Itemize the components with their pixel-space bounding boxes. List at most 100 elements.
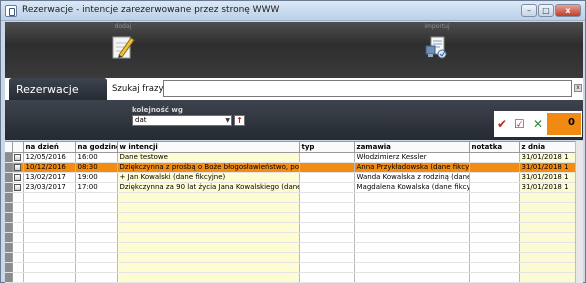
table-row[interactable]: 10/12/2016 08:30 Dziękczynna z prośbą o Bo… — [5, 162, 575, 173]
empty-cell — [299, 212, 355, 223]
empty-cell — [519, 192, 575, 203]
checkbox-icon[interactable] — [14, 163, 21, 171]
header-checkbox — [12, 142, 24, 153]
minimize-button[interactable]: – — [521, 4, 537, 17]
empty-cell — [469, 222, 520, 233]
empty-cell — [469, 262, 520, 273]
empty-cell — [299, 252, 355, 263]
empty-cell — [299, 232, 355, 243]
import-button[interactable]: importuj — [407, 22, 467, 78]
cell-created: 31/01/2018 1 — [519, 172, 575, 183]
cross-icon[interactable]: ✕ — [533, 117, 543, 131]
add-button-label: dodaj — [114, 23, 132, 30]
empty-cell — [75, 202, 118, 213]
empty-cell — [23, 272, 76, 283]
empty-row — [5, 232, 575, 243]
empty-cell — [299, 192, 355, 203]
row-indicator — [5, 262, 13, 273]
header-note[interactable]: notatka — [469, 142, 520, 153]
header-created[interactable]: z dnia — [519, 142, 575, 153]
header-intent[interactable]: w intencji — [117, 142, 300, 153]
cell-created: 31/01/2018 1 — [519, 162, 575, 173]
empty-cell — [299, 222, 355, 233]
checkbox-icon[interactable] — [14, 173, 21, 181]
vertical-scrollbar[interactable] — [575, 141, 583, 283]
empty-cell — [75, 272, 118, 283]
tab-rezerwacje[interactable]: Rezerwacje — [9, 78, 107, 100]
row-indicator — [5, 172, 13, 183]
empty-row — [5, 222, 575, 233]
sort-select[interactable]: dat — [132, 115, 232, 126]
empty-cell — [12, 252, 24, 263]
empty-cell — [519, 222, 575, 233]
empty-cell — [117, 262, 300, 273]
table-row[interactable]: 12/05/2016 16:00 Dane testowe Włodzimierz K… — [5, 152, 575, 163]
check-list-icon[interactable]: ☑ — [514, 117, 525, 131]
search-input[interactable] — [163, 80, 572, 97]
empty-cell — [75, 242, 118, 253]
empty-cell — [75, 222, 118, 233]
title-bar[interactable]: Rezerwacje - intencje zarezerwowane prze… — [1, 1, 585, 21]
row-indicator — [5, 192, 13, 203]
empty-cell — [354, 232, 470, 243]
cell-type — [299, 152, 355, 163]
empty-cell — [469, 192, 520, 203]
empty-cell — [23, 222, 76, 233]
add-button[interactable]: dodaj — [93, 22, 153, 78]
row-indicator — [5, 222, 13, 233]
row-indicator — [5, 242, 13, 253]
empty-cell — [23, 202, 76, 213]
empty-cell — [12, 212, 24, 223]
cell-note — [469, 182, 520, 193]
empty-cell — [23, 262, 76, 273]
checkbox-icon[interactable] — [14, 183, 21, 191]
empty-cell — [117, 252, 300, 263]
empty-cell — [75, 262, 118, 273]
row-checkbox[interactable] — [12, 162, 24, 173]
row-indicator — [5, 202, 13, 213]
cell-intent: Dane testowe — [117, 152, 300, 163]
table-row[interactable]: 23/03/2017 17:00 Dziękczynna za 90 lat życ… — [5, 182, 575, 193]
empty-cell — [519, 252, 575, 263]
arrow-up-icon[interactable]: ↑ — [234, 115, 245, 126]
cell-date: 23/03/2017 — [23, 182, 76, 193]
empty-cell — [12, 232, 24, 243]
checkbox-icon[interactable] — [14, 153, 21, 161]
row-checkbox[interactable] — [12, 182, 24, 193]
empty-cell — [23, 242, 76, 253]
empty-cell — [354, 272, 470, 283]
cell-time: 08:30 — [75, 162, 118, 173]
empty-cell — [75, 192, 118, 203]
row-indicator — [5, 252, 13, 263]
close-button[interactable]: x — [555, 4, 581, 17]
empty-cell — [519, 212, 575, 223]
row-checkbox[interactable] — [12, 172, 24, 183]
header-time[interactable]: na godzinę — [75, 142, 118, 153]
checkmark-icon[interactable]: ✔ — [497, 117, 507, 131]
header-ordered-by[interactable]: zamawia — [354, 142, 470, 153]
empty-cell — [12, 272, 24, 283]
empty-cell — [469, 202, 520, 213]
window-title: Rezerwacje - intencje zarezerwowane prze… — [22, 5, 280, 15]
row-indicator — [5, 182, 13, 193]
empty-cell — [12, 242, 24, 253]
cell-ordered-by: Magdalena Kowalska (dane fikcyjne — [354, 182, 470, 193]
empty-cell — [75, 232, 118, 243]
maximize-button[interactable]: □ — [538, 4, 554, 17]
cell-time: 16:00 — [75, 152, 118, 163]
header-type[interactable]: typ — [299, 142, 355, 153]
row-checkbox[interactable] — [12, 152, 24, 163]
empty-cell — [117, 192, 300, 203]
table-row[interactable]: 13/02/2017 19:00 + Jan Kowalski (dane fikc… — [5, 172, 575, 183]
cell-type — [299, 162, 355, 173]
empty-cell — [469, 242, 520, 253]
search-clear-button[interactable]: x — [574, 84, 582, 92]
empty-cell — [299, 202, 355, 213]
header-date[interactable]: na dzień — [23, 142, 76, 153]
count-badge: 0 — [547, 113, 581, 135]
search-label: Szukaj frazy — [112, 84, 164, 94]
empty-row — [5, 252, 575, 263]
row-indicator — [5, 162, 13, 173]
cell-type — [299, 182, 355, 193]
empty-cell — [469, 252, 520, 263]
